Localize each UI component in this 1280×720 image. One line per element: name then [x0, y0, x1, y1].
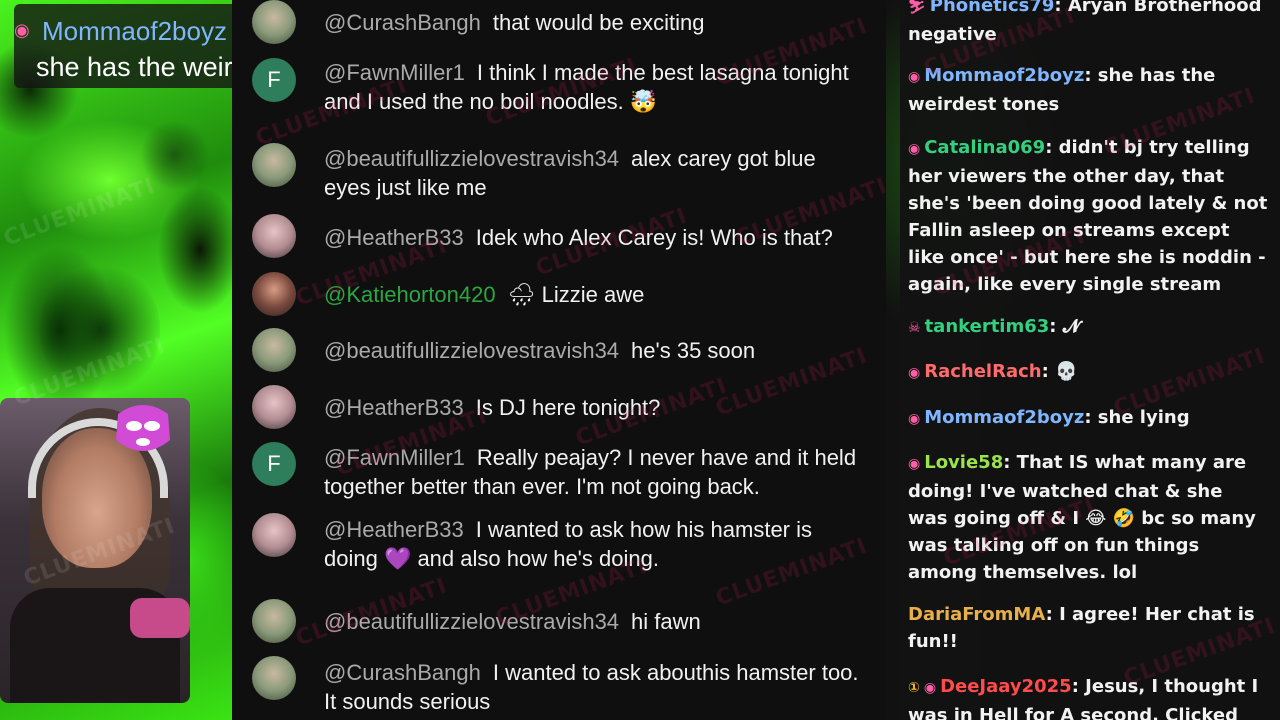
chat-username[interactable]: @beautifullizzielovestravish34	[324, 338, 619, 363]
chat-username[interactable]: DariaFromMA	[908, 604, 1046, 625]
chat-username[interactable]: @Katiehorton420	[324, 282, 496, 307]
chat-text: Is DJ here tonight?	[475, 395, 661, 420]
youtube-chat-panel: @CurashBangh that would be exciting F @Fa…	[232, 0, 886, 720]
chat-text: : she lying	[1084, 407, 1190, 428]
background-swirl	[140, 120, 210, 190]
chat-text: that would be exciting	[492, 10, 705, 35]
chat-username[interactable]: @HeatherB33	[324, 225, 464, 250]
chat-message: ① ◉ DeeJaay2025: Jesus, I thought I was in…	[908, 673, 1268, 720]
chat-username[interactable]: @beautifullizzielovestravish34	[324, 146, 619, 171]
subscriber-badge-icon: ◉	[908, 411, 921, 427]
background-swirl	[40, 260, 160, 400]
rank-badge-icon: ①	[908, 680, 920, 696]
subscriber-badge-icon: ◉	[908, 365, 921, 381]
chat-message: DariaFromMA: I agree! Her chat is fun!!	[908, 601, 1268, 655]
subscriber-badge-icon: ◉	[908, 69, 921, 85]
chat-username[interactable]: tankertim63	[925, 316, 1050, 337]
chat-username[interactable]: DeeJaay2025	[940, 676, 1072, 697]
avatar[interactable]	[252, 143, 296, 187]
mask-logo-icon	[116, 405, 170, 451]
subscriber-badge-icon: ◉	[923, 680, 937, 696]
badge-icon: ⛷	[908, 0, 926, 15]
avatar[interactable]	[252, 656, 296, 700]
webcam-feed	[0, 398, 190, 703]
avatar[interactable]	[252, 0, 296, 44]
subscriber-badge-icon: ◉	[14, 20, 30, 40]
subscriber-badge-icon: ◉	[908, 456, 921, 472]
chat-text: : 𝓝	[1049, 316, 1080, 337]
avatar[interactable]: F	[252, 442, 296, 486]
avatar[interactable]	[252, 385, 296, 429]
chat-username[interactable]: @CurashBangh	[324, 660, 481, 685]
chat-username[interactable]: Phonetics79	[930, 0, 1055, 16]
skull-badge-icon: ☠	[908, 320, 921, 336]
chat-message: ◉ Catalina069: didn't bj try telling her …	[908, 134, 1268, 298]
chat-message: ◉ Mommaof2boyz: she has the weirdest tone…	[908, 62, 1268, 118]
chat-username[interactable]: @FawnMiller1	[324, 445, 465, 470]
chat-username[interactable]: RachelRach	[924, 361, 1041, 382]
avatar[interactable]	[252, 214, 296, 258]
avatar[interactable]	[252, 513, 296, 557]
chat-message: ◉ RachelRach: 💀	[908, 358, 1268, 387]
subscriber-badge-icon: ◉	[908, 141, 921, 157]
avatar[interactable]: F	[252, 58, 296, 102]
chat-text: hi fawn	[631, 609, 701, 634]
chat-message: ☠ tankertim63: 𝓝	[908, 313, 1268, 342]
avatar[interactable]	[252, 272, 296, 316]
chat-text: he's 35 soon	[631, 338, 756, 363]
chat-text: : didn't bj try telling her viewers the …	[908, 137, 1268, 295]
chat-username[interactable]: Mommaof2boyz	[924, 407, 1084, 428]
chat-text: : 💀	[1041, 361, 1078, 382]
chat-username[interactable]: Catalina069	[924, 137, 1045, 158]
chat-username[interactable]: @FawnMiller1	[324, 60, 465, 85]
chat-message: ◉ Lovie58: That IS what many are doing! I…	[908, 449, 1268, 586]
chat-text: Idek who Alex Carey is! Who is that?	[475, 225, 833, 250]
twitch-chat-panel: ⛷ Phonetics79: Aryan Brotherhood negative…	[886, 0, 1280, 720]
avatar[interactable]	[252, 328, 296, 372]
chat-username[interactable]: @HeatherB33	[324, 395, 464, 420]
chat-text: 🌧 Lizzie awe	[507, 282, 645, 307]
chat-username[interactable]: @beautifullizzielovestravish34	[324, 609, 619, 634]
chat-username[interactable]: @HeatherB33	[324, 517, 464, 542]
chat-username[interactable]: Mommaof2boyz	[924, 65, 1084, 86]
chat-username[interactable]: @CurashBangh	[324, 10, 481, 35]
chat-message: ◉ Mommaof2boyz: she lying	[908, 404, 1268, 433]
chat-username[interactable]: Lovie58	[924, 452, 1003, 473]
avatar[interactable]	[252, 599, 296, 643]
overlay-username: Mommaof2boyz	[42, 16, 227, 46]
microphone	[130, 598, 190, 638]
twitch-chat-list: ⛷ Phonetics79: Aryan Brotherhood negative…	[900, 0, 1280, 720]
chat-message: ⛷ Phonetics79: Aryan Brotherhood negative	[908, 0, 1268, 48]
